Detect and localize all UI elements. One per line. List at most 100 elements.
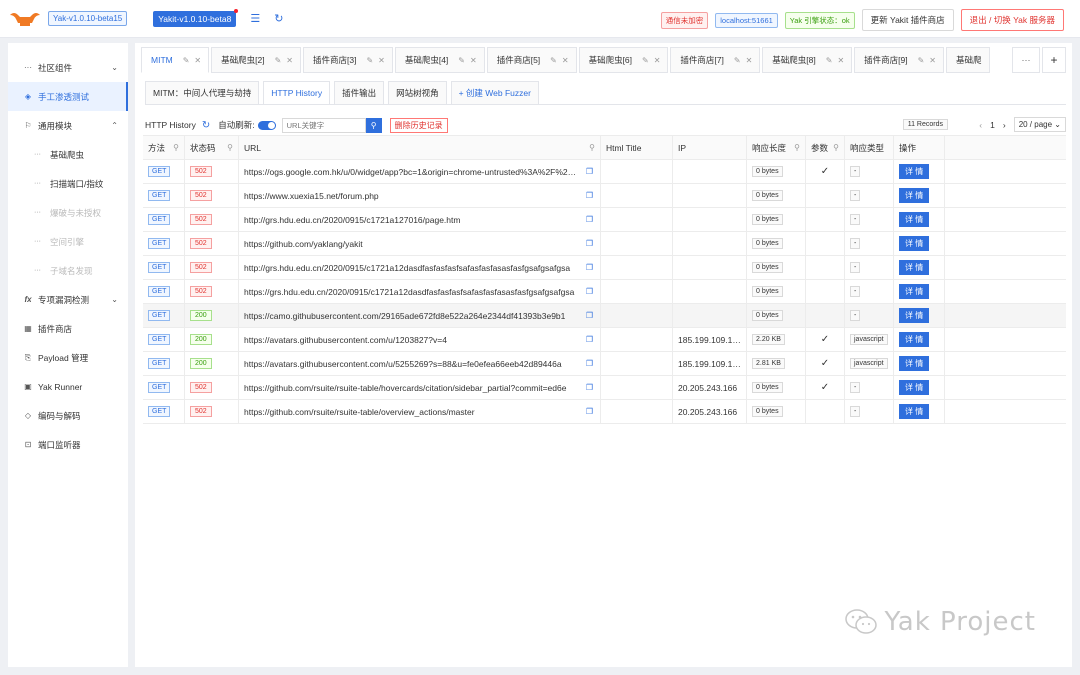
copy-icon[interactable]: ❐ (586, 263, 593, 272)
more-tabs-button[interactable]: ··· (1012, 47, 1040, 73)
url-search-input[interactable] (281, 117, 366, 133)
sidebar-item-community[interactable]: ··· 社区组件 ⌄ (8, 53, 128, 82)
sidebar-item-yak-runner[interactable]: ▣ Yak Runner (8, 372, 128, 401)
table-row[interactable]: GET 200 https://avatars.githubusercontent.… (143, 352, 1066, 376)
detail-button[interactable]: 详 情 (899, 164, 930, 179)
copy-icon[interactable]: ❐ (586, 191, 593, 200)
table-row[interactable]: GET 200 https://avatars.githubusercontent.… (143, 328, 1066, 352)
edit-icon[interactable]: ✎ (642, 56, 649, 65)
table-row[interactable]: GET 502 https://github.com/rsuite/rsuite-t… (143, 400, 1066, 424)
yakit-version-tag[interactable]: Yakit-v1.0.10-beta8 (153, 8, 239, 27)
edit-icon[interactable]: ✎ (366, 56, 373, 65)
header-length[interactable]: 响应长度 ⚲ (747, 136, 806, 159)
copy-icon[interactable]: ❐ (586, 335, 593, 344)
edit-icon[interactable]: ✎ (183, 56, 190, 65)
add-tab-button[interactable]: + (1042, 47, 1066, 73)
page-size-select[interactable]: 20 / page ⌄ (1013, 117, 1066, 132)
close-icon[interactable]: ✕ (929, 56, 936, 65)
tab-store-3[interactable]: 插件商店[3] ✎ ✕ (302, 47, 393, 73)
detail-button[interactable]: 详 情 (899, 404, 930, 419)
update-store-button[interactable]: 更新 Yakit 插件商店 (861, 9, 954, 31)
table-row[interactable]: GET 502 https://www.xuexia15.net/forum.php… (143, 184, 1066, 208)
search-icon[interactable]: ⚲ (589, 143, 595, 152)
close-icon[interactable]: ✕ (562, 56, 569, 65)
sidebar-item-port-listener[interactable]: ⊡ 端口监听器 (8, 430, 128, 459)
close-icon[interactable]: ✕ (378, 56, 385, 65)
tab-crawler-6[interactable]: 基础爬虫[6] ✎ ✕ (578, 47, 669, 73)
tab-crawler-8[interactable]: 基础爬虫[8] ✎ ✕ (762, 47, 853, 73)
detail-button[interactable]: 详 情 (899, 380, 930, 395)
edit-icon[interactable]: ✎ (550, 56, 557, 65)
sidebar-sub-crawler[interactable]: ··· 基础爬虫 (8, 140, 128, 169)
edit-icon[interactable]: ✎ (734, 56, 741, 65)
table-row[interactable]: GET 502 https://grs.hdu.edu.cn/2020/0915/c… (143, 280, 1066, 304)
copy-icon[interactable]: ❐ (586, 311, 593, 320)
edit-icon[interactable]: ✎ (458, 56, 465, 65)
close-icon[interactable]: ✕ (286, 56, 293, 65)
detail-button[interactable]: 详 情 (899, 284, 930, 299)
tab-store-9[interactable]: 插件商店[9] ✎ ✕ (854, 47, 944, 73)
sidebar-item-codec[interactable]: ◇ 编码与解码 (8, 401, 128, 430)
table-row[interactable]: GET 502 https://ogs.google.com.hk/u/0/widg… (143, 160, 1066, 184)
header-method[interactable]: 方法 ⚲ (143, 136, 185, 159)
prev-page-icon[interactable]: ‹ (979, 120, 982, 130)
detail-button[interactable]: 详 情 (899, 260, 930, 275)
subtab-http-history[interactable]: HTTP History (263, 81, 331, 105)
close-icon[interactable]: ✕ (837, 56, 844, 65)
tab-mitm[interactable]: MITM ✎ ✕ (141, 47, 210, 73)
next-page-icon[interactable]: › (1003, 120, 1006, 130)
subtab-plugin-output[interactable]: 插件输出 (334, 81, 385, 105)
detail-button[interactable]: 详 情 (899, 356, 930, 371)
detail-button[interactable]: 详 情 (899, 212, 930, 227)
header-url[interactable]: URL ⚲ (239, 136, 601, 159)
menu-icon[interactable]: ☰ (250, 12, 260, 25)
copy-icon[interactable]: ❐ (586, 383, 593, 392)
sidebar-item-general-modules[interactable]: ⚐ 通用模块 ⌃ (8, 111, 128, 140)
header-params[interactable]: 参数 ⚲ (806, 136, 845, 159)
sidebar-item-vuln-detection[interactable]: fx 专项漏洞检测 ⌄ (8, 285, 128, 314)
close-icon[interactable]: ✕ (470, 56, 477, 65)
copy-icon[interactable]: ❐ (586, 407, 593, 416)
sidebar-item-manual-pentest[interactable]: ◈ 手工渗透测试 (8, 82, 128, 111)
copy-icon[interactable]: ❐ (586, 239, 593, 248)
close-icon[interactable]: ✕ (194, 56, 201, 65)
search-icon[interactable]: ⚲ (365, 117, 382, 133)
copy-icon[interactable]: ❐ (586, 287, 593, 296)
table-row[interactable]: GET 502 https://github.com/yaklang/yakit ❐ 0… (143, 232, 1066, 256)
subtab-mitm[interactable]: MITM：中间人代理与劫持 (145, 81, 260, 105)
detail-button[interactable]: 详 情 (899, 308, 930, 323)
sidebar-item-payload[interactable]: ⎘ Payload 管理 (8, 343, 128, 372)
edit-icon[interactable]: ✎ (918, 56, 925, 65)
sidebar-sub-port-scan[interactable]: ··· 扫描端口/指纹 (8, 169, 128, 198)
edit-icon[interactable]: ✎ (826, 56, 833, 65)
table-row[interactable]: GET 502 https://github.com/rsuite/rsuite-t… (143, 376, 1066, 400)
copy-icon[interactable]: ❐ (586, 215, 593, 224)
create-web-fuzzer-button[interactable]: + 创建 Web Fuzzer (450, 81, 539, 105)
refresh-icon[interactable]: ↻ (274, 12, 283, 25)
tab-crawler-10[interactable]: 基础爬 (946, 47, 990, 73)
detail-button[interactable]: 详 情 (899, 188, 930, 203)
subtab-site-tree[interactable]: 网站树视角 (388, 81, 447, 105)
detail-button[interactable]: 详 情 (899, 332, 930, 347)
sidebar-item-plugin-store[interactable]: ▦ 插件商店 (8, 314, 128, 343)
table-row[interactable]: GET 502 http://grs.hdu.edu.cn/2020/0915/c1… (143, 256, 1066, 280)
auto-refresh-toggle[interactable] (257, 120, 276, 130)
exit-switch-button[interactable]: 退出 / 切换 Yak 服务器 (960, 9, 1064, 31)
close-icon[interactable]: ✕ (654, 56, 661, 65)
search-icon[interactable]: ⚲ (833, 143, 839, 152)
tab-crawler-2[interactable]: 基础爬虫[2] ✎ ✕ (211, 47, 301, 73)
header-status[interactable]: 状态码 ⚲ (185, 136, 239, 159)
tab-store-7[interactable]: 插件商店[7] ✎ ✕ (670, 47, 761, 73)
copy-icon[interactable]: ❐ (586, 167, 593, 176)
search-icon[interactable]: ⚲ (227, 143, 233, 152)
tab-crawler-4[interactable]: 基础爬虫[4] ✎ ✕ (394, 47, 485, 73)
table-row[interactable]: GET 200 https://camo.githubusercontent.com… (143, 304, 1066, 328)
search-icon[interactable]: ⚲ (173, 143, 179, 152)
edit-icon[interactable]: ✎ (275, 56, 282, 65)
detail-button[interactable]: 详 情 (899, 236, 930, 251)
current-page[interactable]: 1 (990, 120, 995, 130)
clear-history-button[interactable]: 删除历史记录 (389, 117, 448, 133)
tab-store-5[interactable]: 插件商店[5] ✎ ✕ (486, 47, 577, 73)
table-row[interactable]: GET 502 http://grs.hdu.edu.cn/2020/0915/c1… (143, 208, 1066, 232)
search-icon[interactable]: ⚲ (794, 143, 800, 152)
